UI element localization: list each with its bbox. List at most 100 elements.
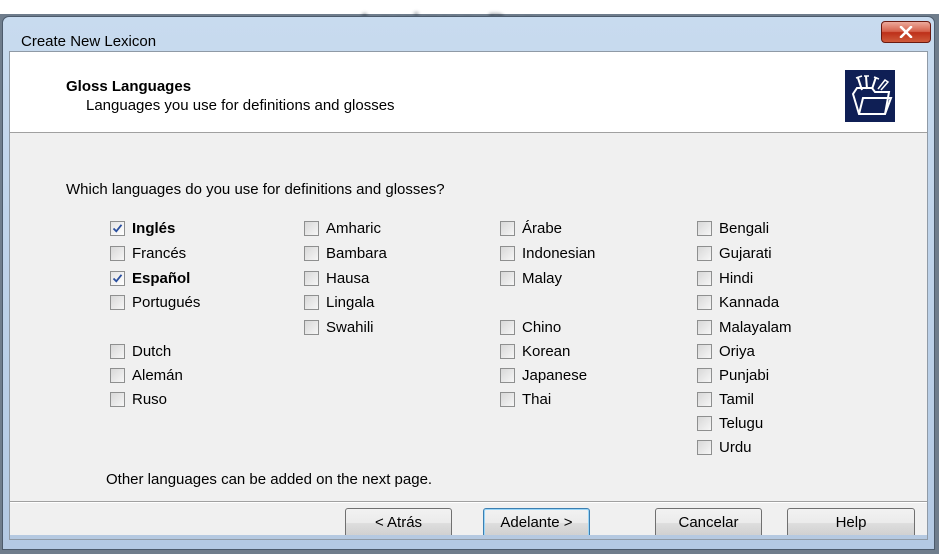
language-label: Hindi bbox=[719, 270, 754, 287]
footer-divider bbox=[10, 501, 927, 503]
language-checkbox[interactable]: Swahili bbox=[304, 319, 374, 336]
language-label: Telugu bbox=[719, 415, 764, 432]
language-checkbox[interactable]: Urdu bbox=[697, 439, 752, 456]
language-checkbox[interactable]: Korean bbox=[500, 343, 570, 360]
language-label: Swahili bbox=[326, 319, 374, 336]
language-label: Árabe bbox=[522, 220, 563, 237]
checkbox-unchecked-icon[interactable] bbox=[697, 295, 712, 310]
checkbox-unchecked-icon[interactable] bbox=[500, 368, 515, 383]
language-checkbox[interactable]: Chino bbox=[500, 319, 561, 336]
language-checkbox[interactable]: Ruso bbox=[110, 391, 167, 408]
checkbox-unchecked-icon[interactable] bbox=[697, 221, 712, 236]
back-button[interactable]: < Atrás bbox=[345, 508, 452, 538]
wizard-header: Gloss Languages Languages you use for de… bbox=[10, 52, 927, 133]
note-text: Other languages can be added on the next… bbox=[106, 471, 433, 488]
language-checkbox[interactable]: Lingala bbox=[304, 294, 374, 311]
checkbox-unchecked-icon[interactable] bbox=[500, 344, 515, 359]
language-checkbox[interactable]: Telugu bbox=[697, 415, 763, 432]
language-label: Tamil bbox=[719, 391, 755, 408]
help-button[interactable]: Help bbox=[787, 508, 915, 538]
language-checkbox[interactable]: Kannada bbox=[697, 294, 779, 311]
language-label: Kannada bbox=[719, 294, 780, 311]
checkbox-unchecked-icon[interactable] bbox=[697, 246, 712, 261]
language-checkbox[interactable]: Oriya bbox=[697, 343, 755, 360]
next-button[interactable]: Adelante > bbox=[483, 508, 590, 538]
language-label: Urdu bbox=[719, 439, 752, 456]
language-label: Portugués bbox=[132, 294, 201, 311]
language-checkbox[interactable]: Dutch bbox=[110, 343, 171, 360]
language-label: Español bbox=[132, 270, 191, 287]
language-checkbox[interactable]: Francés bbox=[110, 245, 186, 262]
language-checkbox[interactable]: Alemán bbox=[110, 367, 183, 384]
language-label: Lingala bbox=[326, 294, 375, 311]
language-checkbox[interactable]: Hindi bbox=[697, 270, 753, 287]
checkbox-unchecked-icon[interactable] bbox=[500, 392, 515, 407]
language-label: Oriya bbox=[719, 343, 755, 360]
language-checkbox[interactable]: Malay bbox=[500, 270, 562, 287]
language-checkbox[interactable]: Bambara bbox=[304, 245, 387, 262]
checkbox-checked-icon[interactable] bbox=[110, 271, 125, 286]
language-label: Indonesian bbox=[522, 245, 596, 262]
language-label: Punjabi bbox=[719, 367, 770, 384]
checkbox-checked-icon[interactable] bbox=[110, 221, 125, 236]
language-label: Bambara bbox=[326, 245, 387, 262]
checkbox-unchecked-icon[interactable] bbox=[500, 246, 515, 261]
language-checkbox[interactable]: Thai bbox=[500, 391, 551, 408]
checkbox-unchecked-icon[interactable] bbox=[697, 320, 712, 335]
checkbox-unchecked-icon[interactable] bbox=[697, 271, 712, 286]
language-checkbox[interactable]: Japanese bbox=[500, 367, 587, 384]
checkbox-unchecked-icon[interactable] bbox=[110, 295, 125, 310]
language-checkbox[interactable]: Tamil bbox=[697, 391, 754, 408]
checkbox-unchecked-icon[interactable] bbox=[304, 221, 319, 236]
create-lexicon-dialog: Create New Lexicon Gloss Languages Langu… bbox=[2, 16, 935, 550]
language-label: Hausa bbox=[326, 270, 370, 287]
dialog-bottom-edge bbox=[10, 535, 927, 539]
page-title: Gloss Languages bbox=[66, 78, 192, 95]
language-checkbox[interactable]: Portugués bbox=[110, 294, 200, 311]
language-checkbox[interactable]: Gujarati bbox=[697, 245, 772, 262]
checkbox-unchecked-icon[interactable] bbox=[500, 320, 515, 335]
language-label: Bengali bbox=[719, 220, 770, 237]
language-checkbox[interactable]: Español bbox=[110, 270, 190, 287]
checkbox-unchecked-icon[interactable] bbox=[304, 320, 319, 335]
language-checkbox[interactable]: Árabe bbox=[500, 220, 562, 237]
language-checkbox[interactable]: Malayalam bbox=[697, 319, 792, 336]
cancel-button[interactable]: Cancelar bbox=[655, 508, 762, 538]
language-checkbox[interactable]: Inglés bbox=[110, 220, 175, 237]
language-checkbox[interactable]: Indonesian bbox=[500, 245, 595, 262]
language-label: Francés bbox=[132, 245, 187, 262]
language-label: Malayalam bbox=[719, 319, 792, 336]
page-subtitle: Languages you use for definitions and gl… bbox=[86, 97, 395, 114]
checkbox-unchecked-icon[interactable] bbox=[500, 221, 515, 236]
checkbox-unchecked-icon[interactable] bbox=[110, 344, 125, 359]
checkbox-unchecked-icon[interactable] bbox=[697, 416, 712, 431]
checkbox-unchecked-icon[interactable] bbox=[304, 246, 319, 261]
language-label: Japanese bbox=[522, 367, 588, 384]
title-bar[interactable]: Create New Lexicon bbox=[3, 17, 934, 51]
checkbox-unchecked-icon[interactable] bbox=[697, 344, 712, 359]
language-label: Dutch bbox=[132, 343, 172, 360]
language-label: Alemán bbox=[132, 367, 183, 384]
language-checkbox[interactable]: Hausa bbox=[304, 270, 369, 287]
language-label: Ruso bbox=[132, 391, 168, 408]
wizard-folder-icon bbox=[845, 70, 895, 122]
checkbox-unchecked-icon[interactable] bbox=[697, 440, 712, 455]
language-label: Chino bbox=[522, 319, 562, 336]
question-label: Which languages do you use for definitio… bbox=[66, 181, 445, 198]
language-label: Amharic bbox=[326, 220, 382, 237]
checkbox-unchecked-icon[interactable] bbox=[500, 271, 515, 286]
checkbox-unchecked-icon[interactable] bbox=[304, 271, 319, 286]
language-label: Malay bbox=[522, 270, 563, 287]
close-button[interactable] bbox=[881, 21, 931, 43]
checkbox-unchecked-icon[interactable] bbox=[110, 368, 125, 383]
checkbox-unchecked-icon[interactable] bbox=[110, 246, 125, 261]
language-label: Inglés bbox=[132, 220, 176, 237]
language-checkbox[interactable]: Punjabi bbox=[697, 367, 769, 384]
language-checkbox[interactable]: Bengali bbox=[697, 220, 769, 237]
checkbox-unchecked-icon[interactable] bbox=[697, 392, 712, 407]
language-label: Thai bbox=[522, 391, 552, 408]
checkbox-unchecked-icon[interactable] bbox=[110, 392, 125, 407]
checkbox-unchecked-icon[interactable] bbox=[304, 295, 319, 310]
checkbox-unchecked-icon[interactable] bbox=[697, 368, 712, 383]
language-checkbox[interactable]: Amharic bbox=[304, 220, 381, 237]
